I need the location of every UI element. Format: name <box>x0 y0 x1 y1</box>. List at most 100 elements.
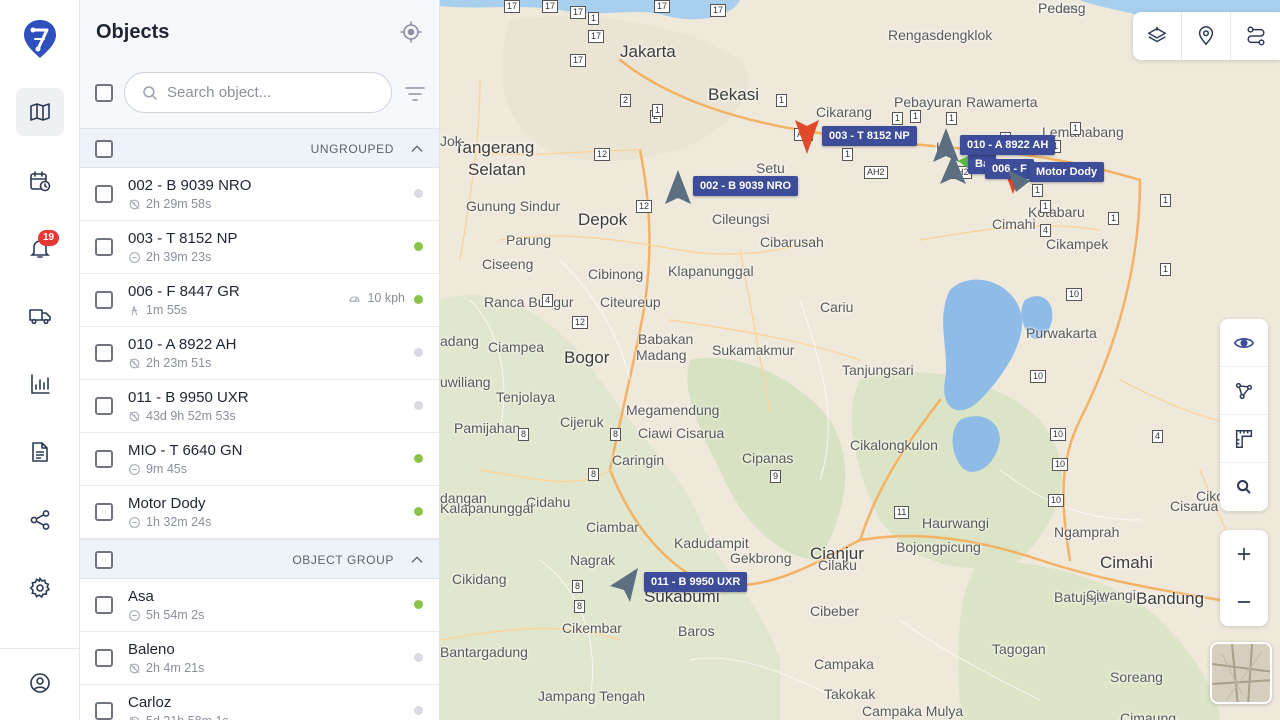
object-select-checkbox[interactable] <box>95 450 113 468</box>
map-view[interactable]: Jakarta Bekasi Tangerang Selatan Depok Bogor C… <box>440 0 1280 720</box>
object-row[interactable]: Asa 5h 54m 2s <box>80 579 439 632</box>
object-row[interactable]: 010 - A 8922 AH 2h 23m 51s <box>80 327 439 380</box>
place-label: Gunung Sindur <box>466 198 561 214</box>
object-status-line: 2h 23m 51s <box>128 356 211 370</box>
layers-button[interactable] <box>1133 12 1182 60</box>
basemap-switcher-thumbnail[interactable] <box>1210 642 1272 704</box>
panel-title: Objects <box>96 21 170 43</box>
vehicle-label-011[interactable]: 011 - B 9950 UXR <box>644 572 748 592</box>
object-select-checkbox[interactable] <box>95 702 113 720</box>
place-label: Cilaku <box>818 557 857 573</box>
nav-settings-button[interactable] <box>16 564 64 612</box>
vehicle-marker-003[interactable] <box>795 120 819 154</box>
road-shield: 1 <box>652 104 664 117</box>
search-input[interactable] <box>167 84 377 101</box>
object-select-checkbox[interactable] <box>95 185 113 203</box>
place-label: Klapanunggal <box>668 263 754 279</box>
place-label: Cibarusah <box>760 234 824 250</box>
vehicle-label-003[interactable]: 003 - T 8152 NP <box>822 126 917 146</box>
object-status-line: 2h 29m 58s <box>128 197 211 211</box>
nav-vehicles-button[interactable] <box>16 292 64 340</box>
nav-profile-button[interactable] <box>16 659 64 707</box>
object-select-checkbox[interactable] <box>95 503 113 521</box>
object-row[interactable]: Carloz 5d 21h 58m 1s <box>80 685 439 720</box>
crosshair-icon[interactable] <box>399 20 423 44</box>
chevron-up-icon[interactable] <box>409 141 425 157</box>
zoom-out-button[interactable] <box>1220 578 1268 626</box>
object-row[interactable]: Motor Dody 1h 32m 24s <box>80 486 439 539</box>
nav-alerts-button[interactable]: 19 <box>16 224 64 272</box>
routes-button[interactable] <box>1231 12 1280 60</box>
map-search-button[interactable] <box>1220 463 1268 511</box>
vehicle-marker-011[interactable] <box>610 568 638 602</box>
chevron-up-icon[interactable] <box>409 552 425 568</box>
group-select-checkbox[interactable] <box>95 140 113 158</box>
object-row[interactable]: MIO - T 6640 GN 9m 45s <box>80 433 439 486</box>
place-label: Campaka <box>814 656 874 672</box>
minimap-preview <box>1212 644 1270 702</box>
place-label: Pebayuran <box>894 94 962 110</box>
select-all-checkbox[interactable] <box>95 84 113 102</box>
speedometer-icon <box>350 295 360 302</box>
panel-header: Objects <box>80 0 439 128</box>
road-shield: 17 <box>588 30 605 43</box>
place-label: Kotabaru <box>1028 204 1085 220</box>
nav-map-button[interactable] <box>16 88 64 136</box>
moving-icon <box>131 305 138 315</box>
status-dot <box>414 295 423 304</box>
place-label: Ranca Bungur <box>484 294 574 310</box>
object-name: MIO - T 6640 GN <box>128 442 243 459</box>
place-label: Cikembar <box>562 620 622 636</box>
object-duration: 5h 54m 2s <box>146 608 205 622</box>
group-header[interactable]: OBJECT GROUP <box>80 539 439 579</box>
status-dot <box>414 401 423 410</box>
vehicle-label-002[interactable]: 002 - B 9039 NRO <box>693 176 799 196</box>
object-row[interactable]: 006 - F 8447 GR 1m 55s 10 kph <box>80 274 439 327</box>
place-label: Cariu <box>820 299 854 315</box>
object-select-checkbox[interactable] <box>95 596 113 614</box>
search-icon <box>1237 480 1251 494</box>
place-label: Pedes <box>1038 0 1078 16</box>
places-button[interactable] <box>1182 12 1231 60</box>
object-duration: 2h 39m 23s <box>146 250 212 264</box>
visibility-button[interactable] <box>1220 319 1268 367</box>
road-shield: AH2 <box>864 166 888 179</box>
object-select-checkbox[interactable] <box>95 649 113 667</box>
road-shield: 2 <box>620 94 632 107</box>
place-label: Cikidang <box>452 571 507 587</box>
document-icon <box>32 442 48 462</box>
object-row[interactable]: Baleno 2h 4m 21s <box>80 632 439 685</box>
object-select-checkbox[interactable] <box>95 397 113 415</box>
place-label: Ciambar <box>586 519 639 535</box>
group-select-checkbox[interactable] <box>95 551 113 569</box>
object-select-checkbox[interactable] <box>95 344 113 362</box>
nav-reports-button[interactable] <box>16 360 64 408</box>
vehicle-label-motor-dody[interactable]: Motor Dody <box>1029 162 1105 182</box>
object-duration: 43d 9h 52m 53s <box>146 409 236 423</box>
vehicle-label-010[interactable]: 010 - A 8922 AH <box>960 135 1056 155</box>
object-row[interactable]: 003 - T 8152 NP 2h 39m 23s <box>80 221 439 274</box>
place-label: Cimahi <box>992 216 1036 232</box>
group-header[interactable]: UNGROUPED <box>80 128 439 168</box>
ruler-button[interactable] <box>1220 415 1268 463</box>
object-name: Asa <box>128 588 154 605</box>
nav-documents-button[interactable] <box>16 428 64 476</box>
nav-share-button[interactable] <box>16 496 64 544</box>
zoom-in-button[interactable] <box>1220 530 1268 578</box>
nav-schedule-button[interactable] <box>16 157 64 205</box>
object-row[interactable]: 011 - B 9950 UXR 43d 9h 52m 53s <box>80 380 439 433</box>
object-row[interactable]: 002 - B 9039 NRO 2h 29m 58s <box>80 168 439 221</box>
geofence-button[interactable] <box>1220 367 1268 415</box>
place-label: Rengasdengklok <box>888 27 993 43</box>
engine-icon <box>129 251 140 263</box>
object-select-checkbox[interactable] <box>95 238 113 256</box>
idle-time-icon <box>129 358 140 368</box>
road-shield: 1 <box>892 112 904 125</box>
filter-icon[interactable] <box>403 82 427 106</box>
place-label: adang <box>440 333 479 349</box>
place-label: Bojongpicung <box>896 539 981 555</box>
vehicle-marker-002[interactable] <box>665 170 691 204</box>
vehicle-marker-motor-dody[interactable] <box>1008 170 1030 192</box>
object-select-checkbox[interactable] <box>95 291 113 309</box>
engine-icon <box>129 463 140 475</box>
